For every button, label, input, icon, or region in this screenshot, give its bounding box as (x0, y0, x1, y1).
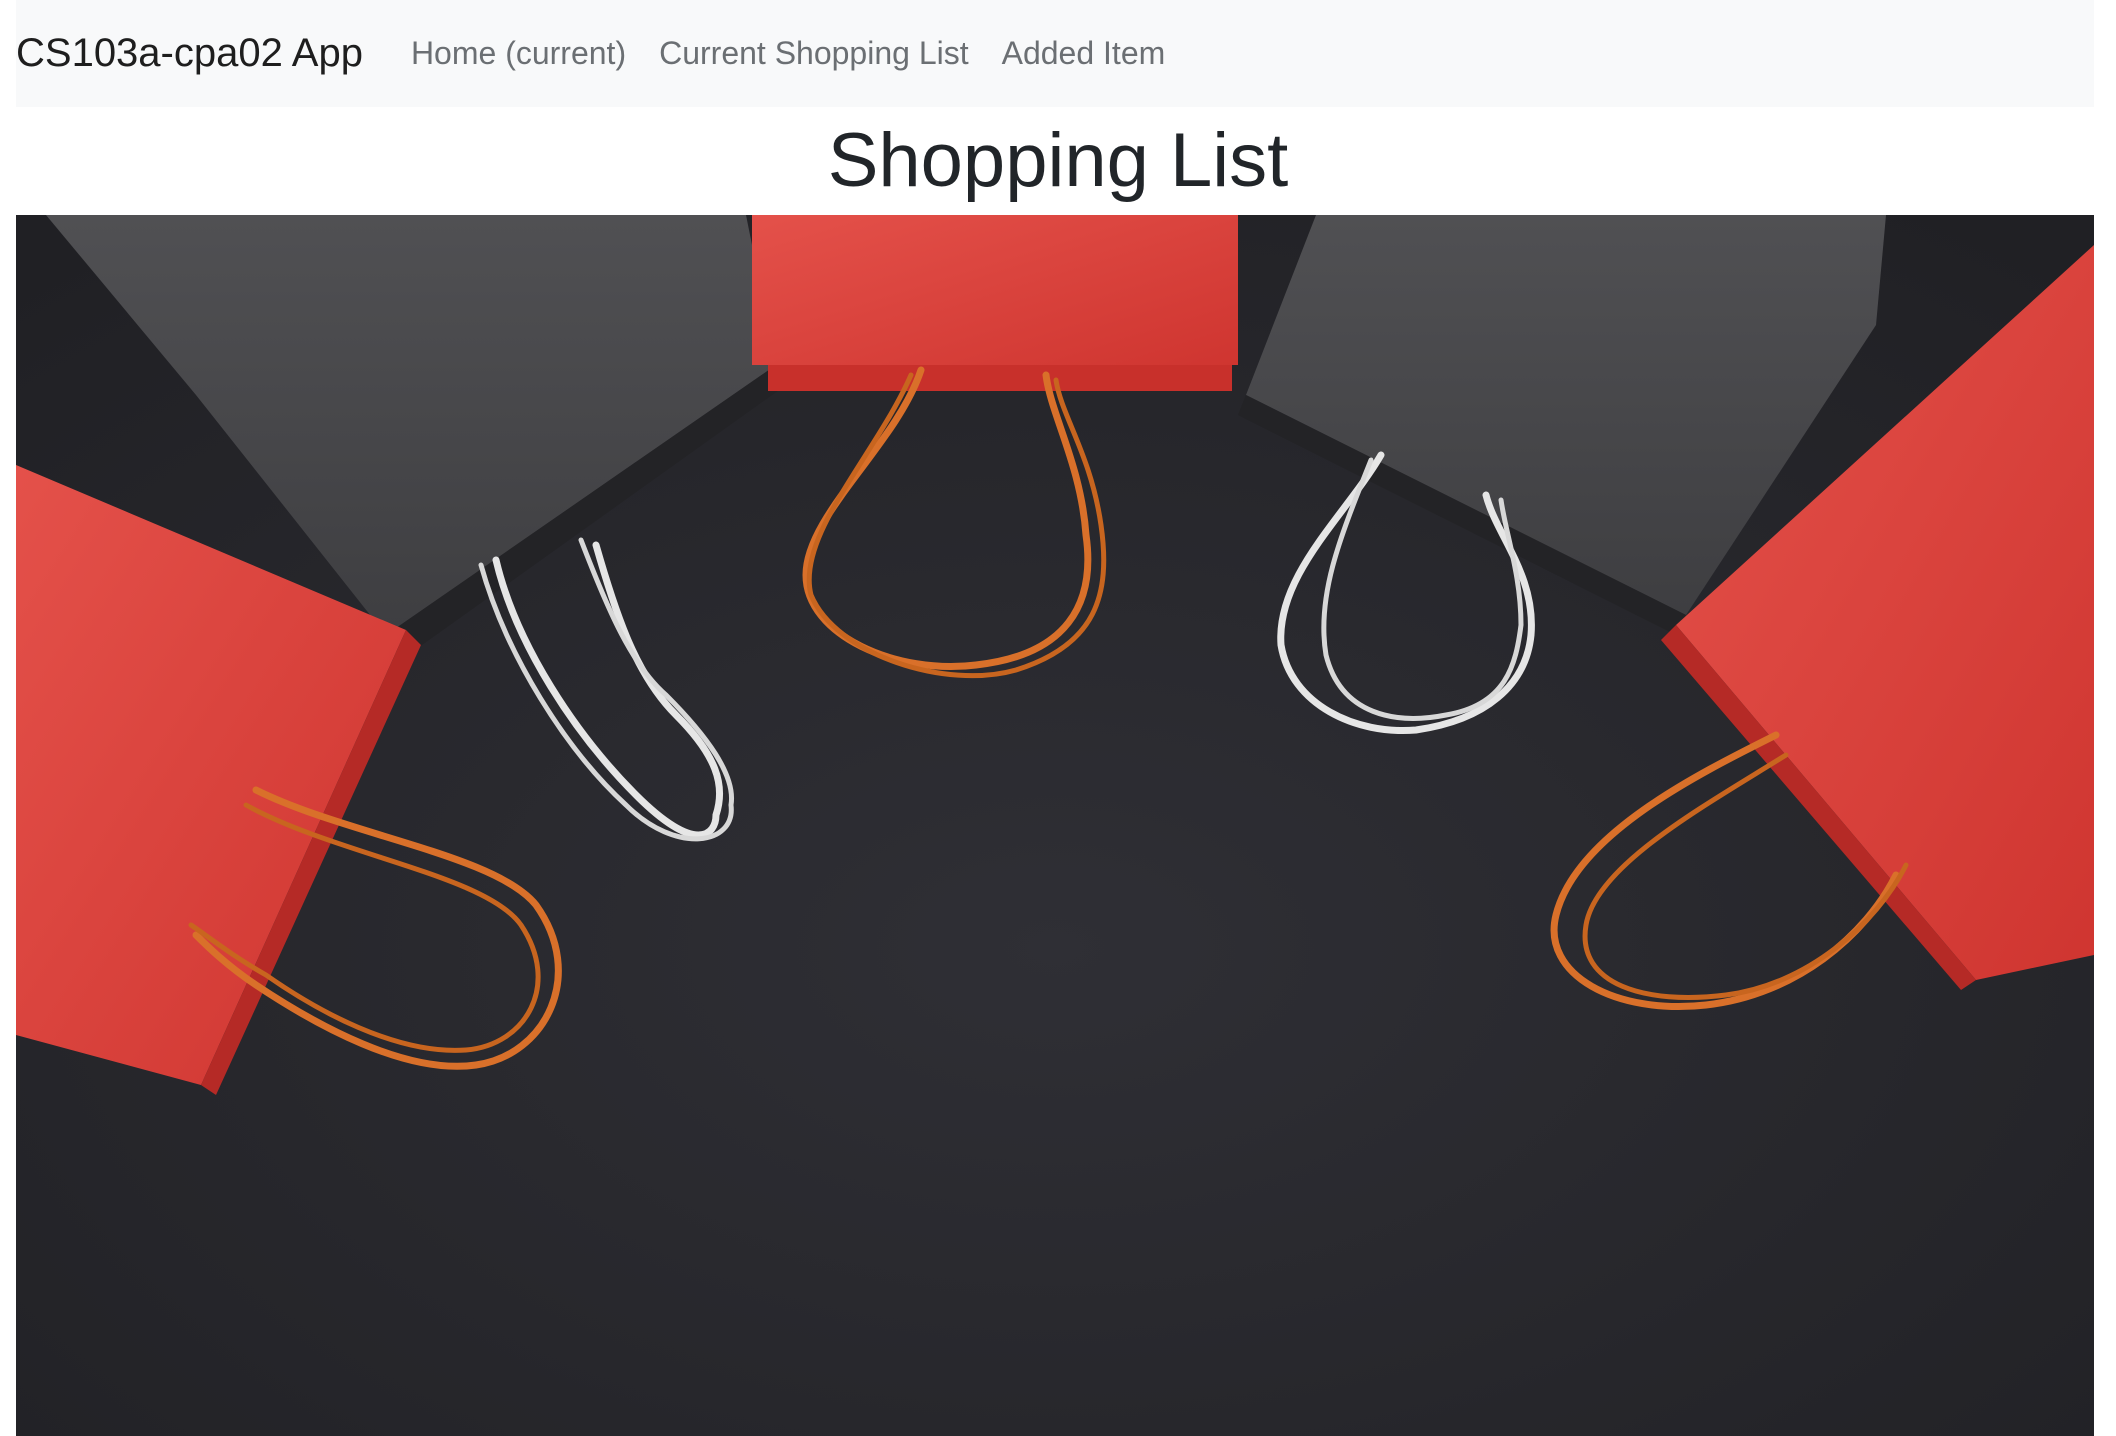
red-bag-center (752, 215, 1238, 391)
hero-image (16, 215, 2094, 1436)
shopping-bags-illustration (16, 215, 2094, 1436)
navbar-brand[interactable]: CS103a-cpa02 App (16, 31, 363, 76)
nav-link-added-item[interactable]: Added Item (1002, 35, 1166, 72)
nav-links: Home (current) Current Shopping List Add… (411, 35, 1198, 72)
navbar: CS103a-cpa02 App Home (current) Current … (16, 0, 2094, 107)
page: CS103a-cpa02 App Home (current) Current … (0, 0, 2116, 1436)
page-title: Shopping List (827, 118, 1289, 203)
nav-link-home[interactable]: Home (current) (411, 35, 626, 72)
nav-link-current-shopping-list[interactable]: Current Shopping List (659, 35, 969, 72)
